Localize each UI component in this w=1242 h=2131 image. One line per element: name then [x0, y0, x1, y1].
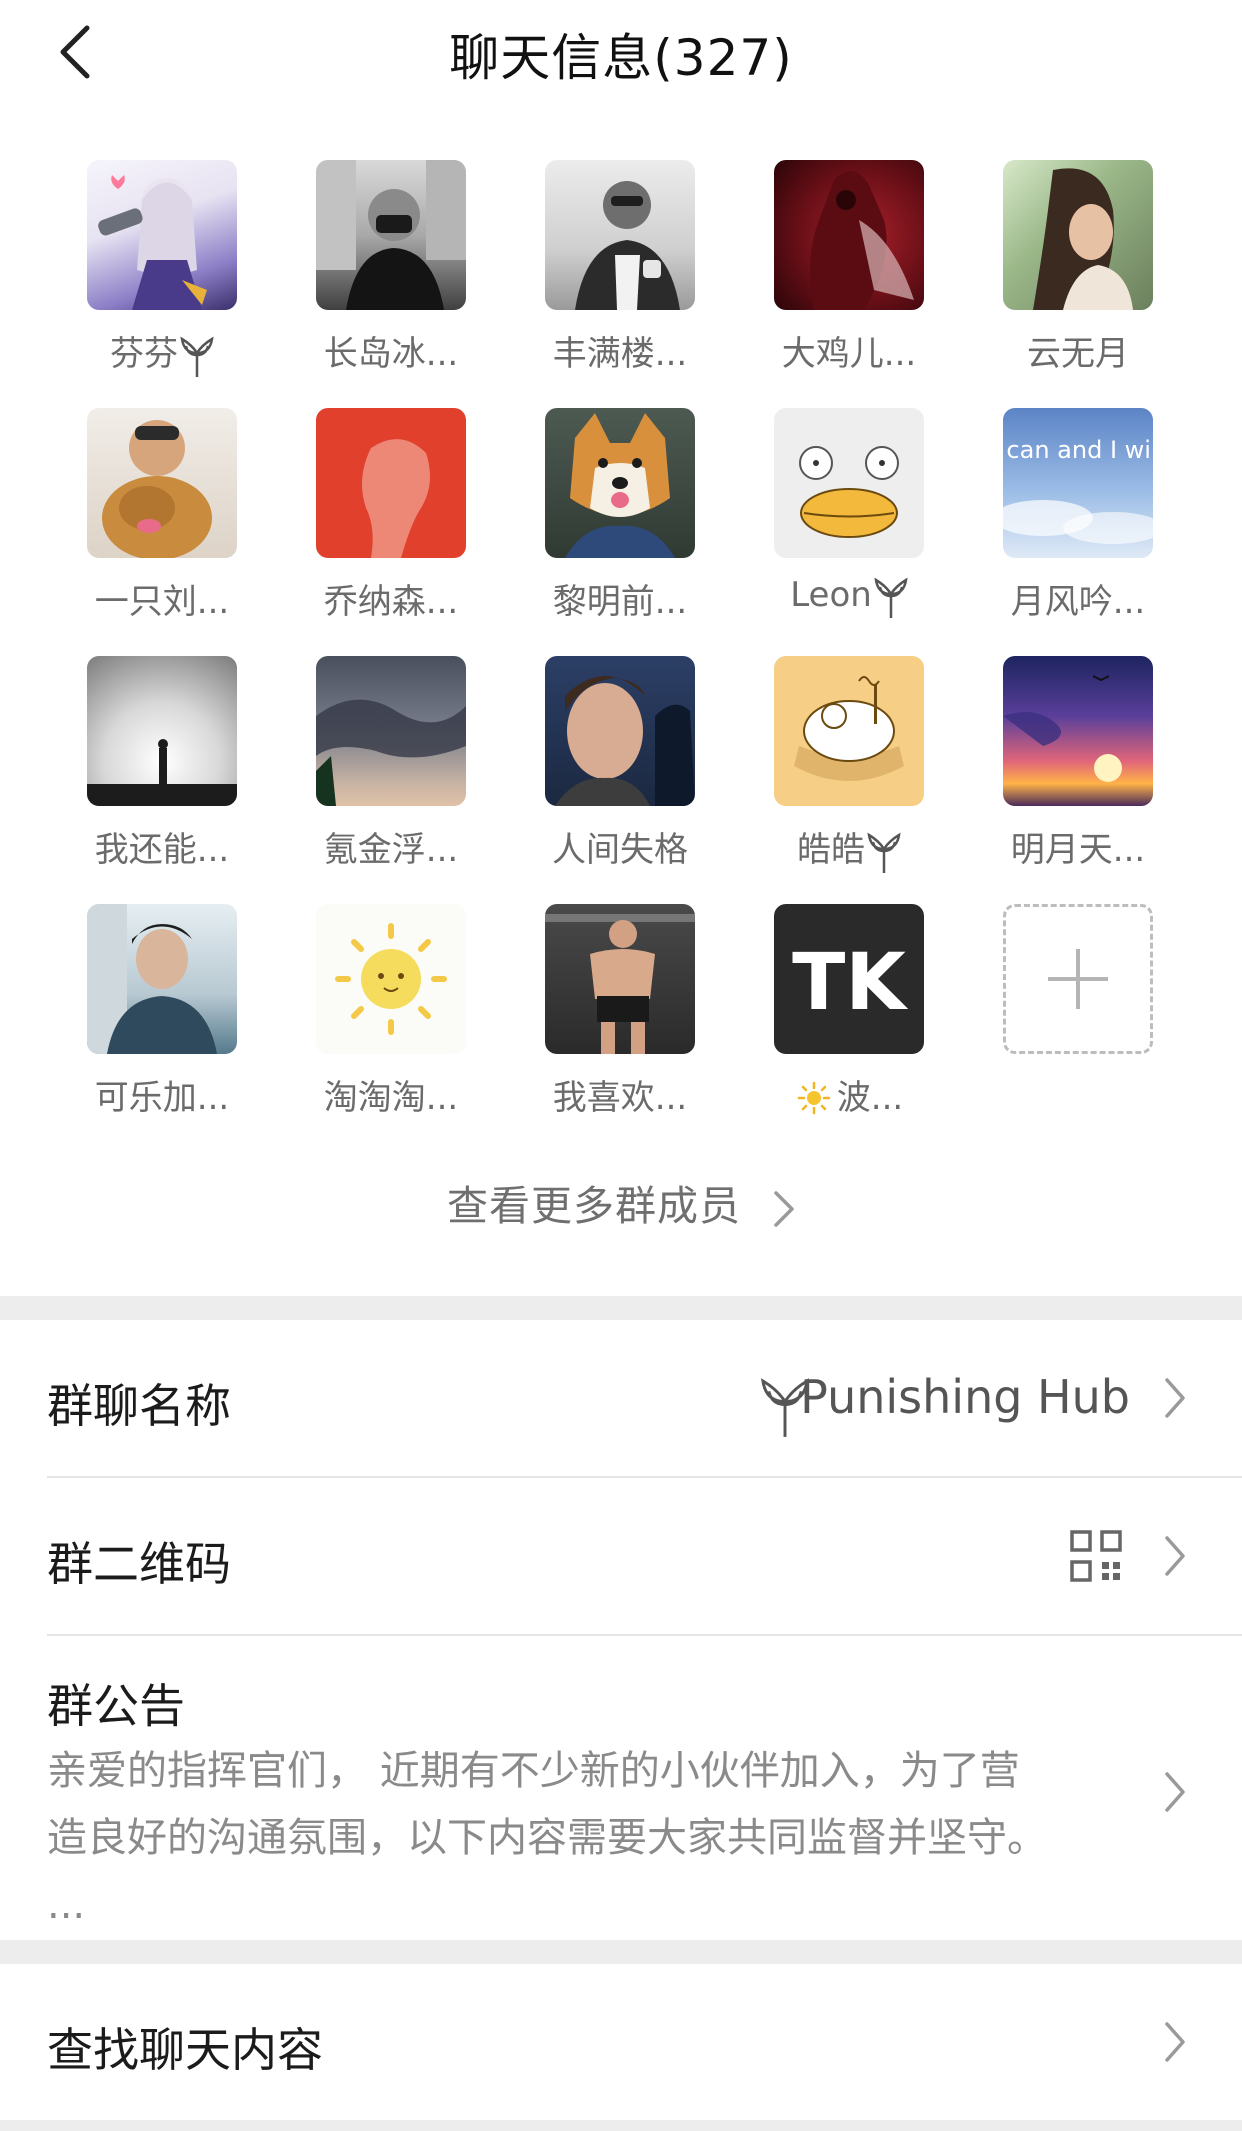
- section-separator: [0, 1296, 1242, 1320]
- view-more-members-link[interactable]: 查看更多群成员: [0, 1172, 1242, 1232]
- avatar: [1003, 160, 1153, 310]
- chevron-right-icon: [1165, 1772, 1185, 1812]
- member-item[interactable]: 黎明前...: [520, 408, 720, 638]
- sun-icon: [797, 1081, 831, 1115]
- group-name-value: Punishing Hub: [800, 1370, 1130, 1424]
- chevron-right-icon: [774, 1191, 794, 1227]
- notice-line: 亲爱的指挥官们， 近期有不少新的小伙伴加入，为了营: [47, 1748, 1020, 1794]
- member-name: 丰满楼...: [552, 334, 688, 374]
- member-item[interactable]: TK 波...: [749, 904, 949, 1134]
- avatar: TK: [774, 904, 924, 1054]
- search-chat-label: 查找聊天内容: [47, 2023, 323, 2077]
- member-name: 人间失格: [552, 830, 688, 870]
- qr-code-icon: [1070, 1530, 1122, 1582]
- avatar: [1003, 656, 1153, 806]
- avatar: [545, 160, 695, 310]
- avatar: [545, 904, 695, 1054]
- avatar: [316, 656, 466, 806]
- avatar: [316, 408, 466, 558]
- member-item[interactable]: 我还能...: [62, 656, 262, 886]
- notice-line: 造良好的沟通氛围，以下内容需要大家共同监督并坚守。: [47, 1815, 1047, 1861]
- member-item[interactable]: 淘淘淘...: [291, 904, 491, 1134]
- avatar: [87, 160, 237, 310]
- chevron-right-icon: [1165, 1378, 1185, 1418]
- member-item[interactable]: 我喜欢...: [520, 904, 720, 1134]
- avatar: [316, 904, 466, 1054]
- flower-badge-icon: [867, 832, 901, 873]
- avatar-text: I can and I will: [1003, 436, 1153, 464]
- member-item[interactable]: 乔纳森...: [291, 408, 491, 638]
- member-item[interactable]: 大鸡儿...: [749, 160, 949, 390]
- member-item[interactable]: 皓皓: [749, 656, 949, 886]
- member-item[interactable]: I can and I will 月风吟...: [978, 408, 1178, 638]
- flower-badge-icon: [874, 577, 908, 618]
- member-name: 月风吟...: [1010, 582, 1146, 622]
- flower-badge-icon: [180, 336, 214, 377]
- avatar: [87, 904, 237, 1054]
- member-item[interactable]: 芬芬: [62, 160, 262, 390]
- member-item[interactable]: 可乐加...: [62, 904, 262, 1134]
- member-item[interactable]: 一只刘...: [62, 408, 262, 638]
- member-name: 云无月: [1027, 334, 1129, 374]
- plus-icon: [1048, 949, 1108, 1009]
- avatar: [87, 656, 237, 806]
- notice-line: ...: [47, 1882, 86, 1928]
- member-item[interactable]: 人间失格: [520, 656, 720, 886]
- group-qr-label: 群二维码: [47, 1537, 231, 1591]
- member-item[interactable]: 明月天...: [978, 656, 1178, 886]
- avatar: [545, 408, 695, 558]
- group-name-label: 群聊名称: [47, 1379, 231, 1433]
- member-name: 我喜欢...: [552, 1078, 688, 1118]
- header: 聊天信息(327): [0, 0, 1242, 110]
- member-item[interactable]: 丰满楼...: [520, 160, 720, 390]
- member-name: 波...: [749, 1070, 949, 1119]
- member-name: 可乐加...: [94, 1078, 230, 1118]
- member-name: 乔纳森...: [323, 582, 459, 622]
- member-item[interactable]: Leon: [749, 408, 949, 638]
- chevron-right-icon: [1165, 1536, 1185, 1576]
- avatar: [774, 408, 924, 558]
- search-chat-row[interactable]: 查找聊天内容: [0, 1964, 1242, 2120]
- member-name: 氪金浮...: [323, 830, 459, 870]
- avatar: [545, 656, 695, 806]
- member-name: 淘淘淘...: [323, 1078, 459, 1118]
- section-separator: [0, 2120, 1242, 2131]
- section-separator: [0, 1940, 1242, 1964]
- group-qr-row[interactable]: 群二维码: [0, 1478, 1242, 1634]
- member-item[interactable]: 长岛冰...: [291, 160, 491, 390]
- view-more-members-label: 查看更多群成员: [446, 1182, 741, 1230]
- member-item[interactable]: 云无月: [978, 160, 1178, 390]
- avatar: [316, 160, 466, 310]
- member-name: 我还能...: [94, 830, 230, 870]
- member-name: 芬芬: [62, 326, 262, 379]
- avatar: [774, 656, 924, 806]
- member-name: 一只刘...: [94, 582, 230, 622]
- group-notice-label: 群公告: [47, 1679, 185, 1733]
- chevron-right-icon: [1165, 2022, 1185, 2062]
- member-name: 明月天...: [1010, 830, 1146, 870]
- page-title: 聊天信息(327): [449, 29, 793, 87]
- avatar: I can and I will: [1003, 408, 1153, 558]
- member-name: 皓皓: [749, 822, 949, 875]
- group-notice-content: 亲爱的指挥官们， 近期有不少新的小伙伴加入，为了营 造良好的沟通氛围，以下内容需…: [47, 1738, 1127, 1939]
- avatar: [774, 160, 924, 310]
- avatar-text: TK: [792, 938, 908, 1028]
- add-member-slot[interactable]: [1003, 904, 1153, 1054]
- add-member-button[interactable]: [978, 904, 1178, 1134]
- group-name-row[interactable]: 群聊名称 Punishing Hub: [0, 1320, 1242, 1476]
- group-notice-row[interactable]: 群公告 亲爱的指挥官们， 近期有不少新的小伙伴加入，为了营 造良好的沟通氛围，以…: [0, 1636, 1242, 1940]
- member-item[interactable]: 氪金浮...: [291, 656, 491, 886]
- member-name: 黎明前...: [552, 582, 688, 622]
- member-name: Leon: [749, 574, 949, 620]
- member-name: 长岛冰...: [323, 334, 459, 374]
- member-name: 大鸡儿...: [781, 334, 917, 374]
- avatar: [87, 408, 237, 558]
